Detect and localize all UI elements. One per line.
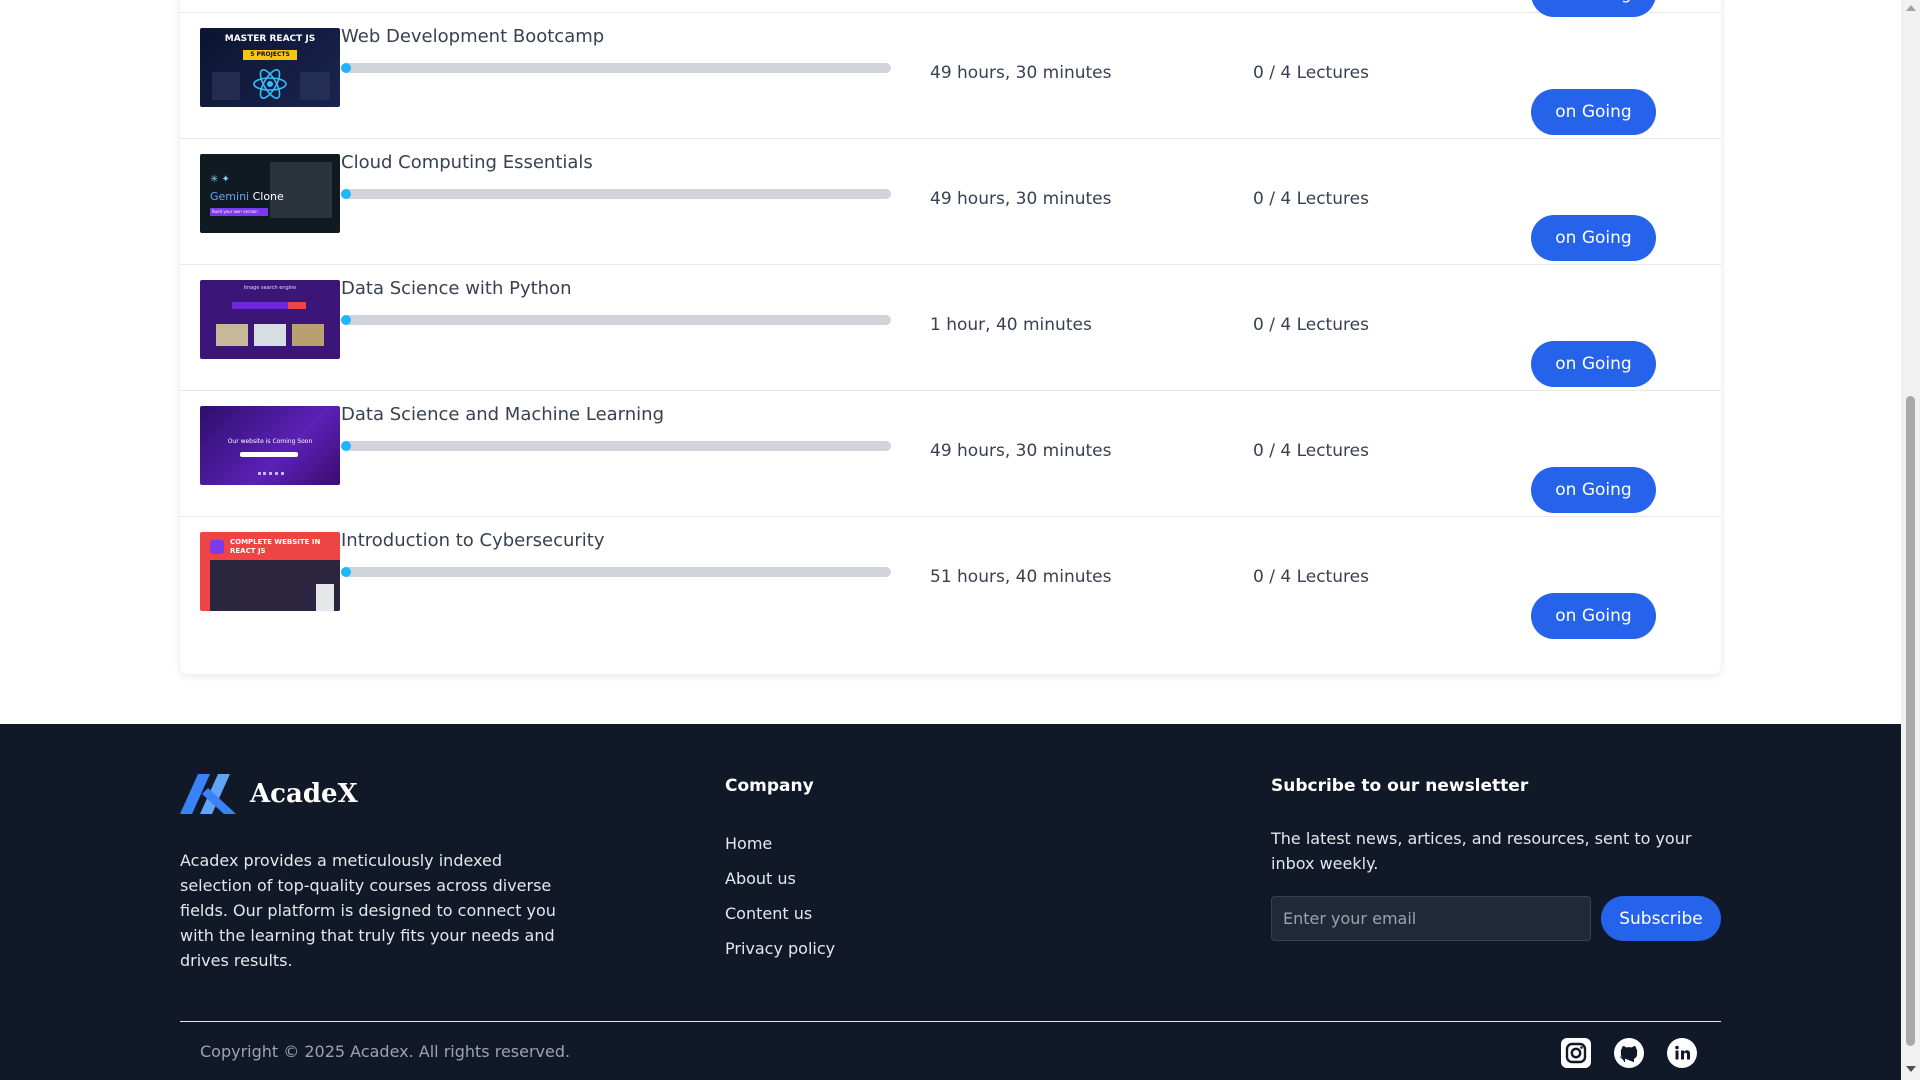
subscribe-button[interactable]: Subscribe <box>1601 896 1721 941</box>
footer-link-privacy[interactable]: Privacy policy <box>725 931 835 966</box>
footer-link-about[interactable]: About us <box>725 861 835 896</box>
scroll-down-arrow-icon[interactable] <box>1906 1066 1916 1072</box>
table-row: Image search engine Data Science with Py… <box>180 265 1721 391</box>
progress-fill <box>341 441 351 451</box>
lecture-count: 0 / 4 Lectures <box>1253 441 1369 461</box>
table-row: on Going <box>180 0 1721 17</box>
table-row: COMPLETE WEBSITE IN REACT JS Introductio… <box>180 517 1721 643</box>
company-heading: Company <box>725 776 814 796</box>
instagram-icon[interactable] <box>1561 1038 1591 1068</box>
table-row: Our website is Coming Soon Data Science … <box>180 391 1721 517</box>
course-duration: 1 hour, 40 minutes <box>930 315 1092 335</box>
footer-logo[interactable]: AcadeX <box>180 774 358 814</box>
brand-name: AcadeX <box>250 779 358 809</box>
ongoing-button[interactable]: on Going <box>1531 467 1656 513</box>
ongoing-button[interactable]: on Going <box>1531 215 1656 261</box>
footer-divider <box>180 1021 1721 1022</box>
progress-bar <box>341 63 891 73</box>
course-title[interactable]: Cloud Computing Essentials <box>341 152 593 173</box>
course-duration: 49 hours, 30 minutes <box>930 189 1112 209</box>
copyright-text: Copyright © 2025 Acadex. All rights rese… <box>200 1042 571 1061</box>
email-input[interactable] <box>1271 896 1591 941</box>
course-duration: 51 hours, 40 minutes <box>930 567 1112 587</box>
ongoing-button[interactable]: on Going <box>1531 593 1656 639</box>
ongoing-button[interactable]: on Going <box>1531 341 1656 387</box>
course-duration: 49 hours, 30 minutes <box>930 63 1112 83</box>
vertical-scrollbar[interactable] <box>1901 0 1920 1080</box>
newsletter-text: The latest news, artices, and resources,… <box>1271 829 1692 873</box>
course-title[interactable]: Web Development Bootcamp <box>341 26 604 47</box>
page-viewport: on Going MASTER REACT JS 5 PROJECTS <box>0 0 1901 1080</box>
company-links: Home About us Content us Privacy policy <box>725 826 835 966</box>
progress-fill <box>341 567 351 577</box>
site-footer: AcadeX Acadex provides a meticulously in… <box>0 724 1901 1080</box>
ongoing-button[interactable]: on Going <box>1531 89 1656 135</box>
progress-fill <box>341 315 351 325</box>
progress-bar <box>341 189 891 199</box>
course-thumbnail: COMPLETE WEBSITE IN REACT JS <box>200 532 340 611</box>
lecture-count: 0 / 4 Lectures <box>1253 567 1369 587</box>
footer-link-home[interactable]: Home <box>725 826 835 861</box>
progress-fill <box>341 189 351 199</box>
course-duration: 49 hours, 30 minutes <box>930 441 1112 461</box>
footer-link-contact[interactable]: Content us <box>725 896 835 931</box>
course-title[interactable]: Data Science and Machine Learning <box>341 404 664 425</box>
github-icon[interactable] <box>1614 1038 1644 1068</box>
scroll-up-arrow-icon[interactable] <box>1906 5 1916 11</box>
course-thumbnail: Our website is Coming Soon <box>200 406 340 485</box>
acadex-logo-icon <box>180 774 236 814</box>
course-title[interactable]: Data Science with Python <box>341 278 572 299</box>
lecture-count: 0 / 4 Lectures <box>1253 315 1369 335</box>
progress-fill <box>341 63 351 73</box>
course-title[interactable]: Introduction to Cybersecurity <box>341 530 605 551</box>
progress-bar <box>341 315 891 325</box>
table-row: ✳ ✦ Gemini Clone Build your own version … <box>180 139 1721 265</box>
linkedin-icon[interactable] <box>1667 1038 1697 1068</box>
progress-bar <box>341 441 891 451</box>
course-thumbnail: ✳ ✦ Gemini Clone Build your own version <box>200 154 340 233</box>
table-row: MASTER REACT JS 5 PROJECTS Web Developme… <box>180 13 1721 139</box>
newsletter-heading: Subcribe to our newsletter <box>1271 776 1529 796</box>
scrollbar-thumb[interactable] <box>1906 396 1915 1046</box>
course-thumbnail: MASTER REACT JS 5 PROJECTS <box>200 28 340 107</box>
footer-description: Acadex provides a meticulously indexed s… <box>180 851 556 970</box>
lecture-count: 0 / 4 Lectures <box>1253 189 1369 209</box>
enrolled-courses-table: on Going MASTER REACT JS 5 PROJECTS <box>180 0 1721 674</box>
lecture-count: 0 / 4 Lectures <box>1253 63 1369 83</box>
course-thumbnail: Image search engine <box>200 280 340 359</box>
progress-bar <box>341 567 891 577</box>
